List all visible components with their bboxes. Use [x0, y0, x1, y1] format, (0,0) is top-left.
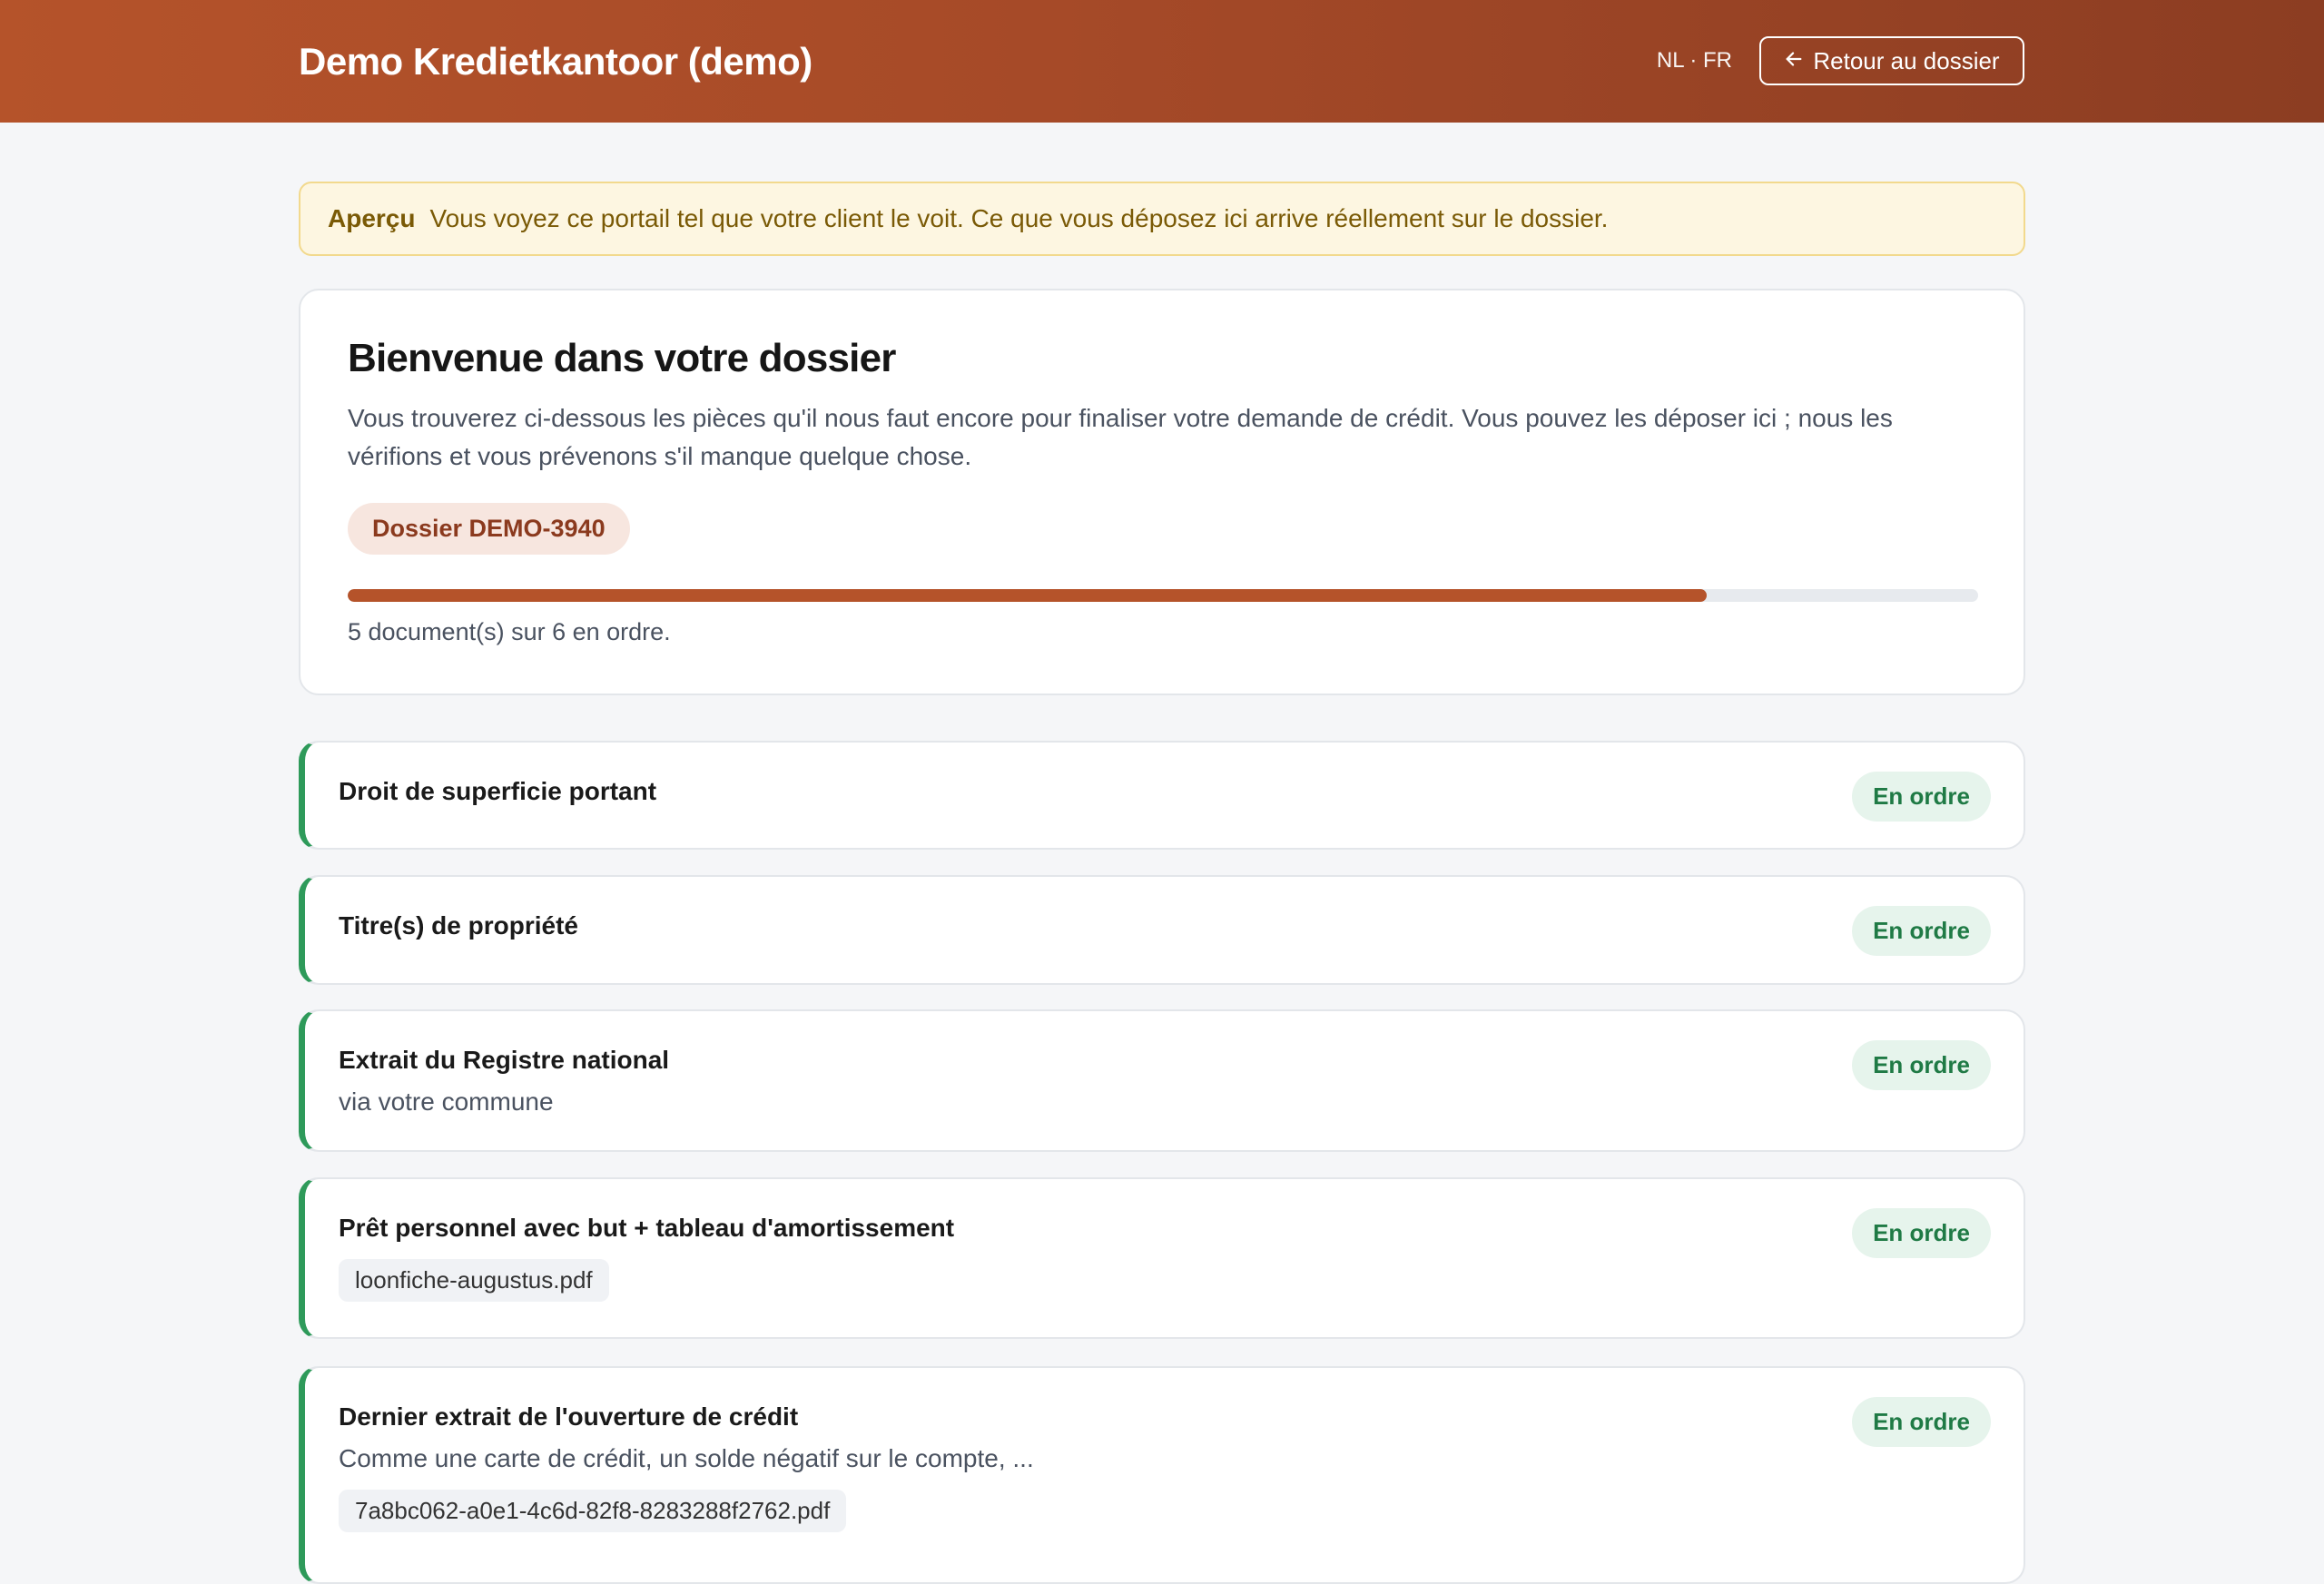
welcome-title: Bienvenue dans votre dossier: [348, 336, 896, 380]
document-subtitle: Comme une carte de crédit, un solde néga…: [339, 1444, 1034, 1472]
document-item[interactable]: Prêt personnel avec but + tableau d'amor…: [299, 1177, 2025, 1339]
document-title: Prêt personnel avec but + tableau d'amor…: [339, 1214, 955, 1242]
document-item[interactable]: Extrait du Registre national via votre c…: [299, 1009, 2025, 1152]
language-switch[interactable]: NL · FR: [1657, 45, 1732, 76]
file-chip[interactable]: loonfiche-augustus.pdf: [339, 1259, 609, 1302]
document-item[interactable]: Titre(s) de propriété En ordre: [299, 875, 2025, 985]
brand-title: Demo Kredietkantoor (demo): [299, 40, 812, 83]
back-to-dossier-button[interactable]: Retour au dossier: [1759, 36, 2024, 85]
file-chip[interactable]: 7a8bc062-a0e1-4c6d-82f8-8283288f2762.pdf: [339, 1490, 847, 1532]
document-item[interactable]: Dernier extrait de l'ouverture de crédit…: [299, 1366, 2025, 1584]
status-badge: En ordre: [1852, 1040, 1991, 1090]
arrow-left-icon: [1784, 47, 1804, 75]
progress-fill: [348, 589, 1707, 602]
status-badge: En ordre: [1852, 772, 1991, 822]
preview-tag: Aperçu: [328, 204, 416, 232]
document-title: Dernier extrait de l'ouverture de crédit: [339, 1402, 799, 1431]
document-item[interactable]: Droit de superficie portant En ordre: [299, 741, 2025, 850]
welcome-text: Vous trouverez ci-dessous les pièces qu'…: [348, 404, 1893, 470]
progress-bar: [348, 589, 1978, 602]
document-subtitle: via votre commune: [339, 1087, 554, 1116]
preview-banner: Aperçu Vous voyez ce portail tel que vot…: [299, 182, 2025, 256]
status-badge: En ordre: [1852, 1208, 1991, 1258]
status-badge: En ordre: [1852, 906, 1991, 956]
top-bar: Demo Kredietkantoor (demo) NL · FR Retou…: [0, 0, 2324, 123]
preview-text: Vous voyez ce portail tel que votre clie…: [429, 204, 1609, 232]
document-title: Droit de superficie portant: [339, 777, 657, 805]
status-badge: En ordre: [1852, 1397, 1991, 1447]
back-button-label: Retour au dossier: [1813, 46, 2000, 74]
document-title: Extrait du Registre national: [339, 1046, 670, 1074]
dossier-badge: Dossier DEMO-3940: [348, 503, 630, 555]
document-title: Titre(s) de propriété: [339, 911, 578, 940]
progress-text: 5 document(s) sur 6 en ordre.: [348, 618, 671, 645]
welcome-card: Bienvenue dans votre dossier Vous trouve…: [299, 289, 2025, 695]
